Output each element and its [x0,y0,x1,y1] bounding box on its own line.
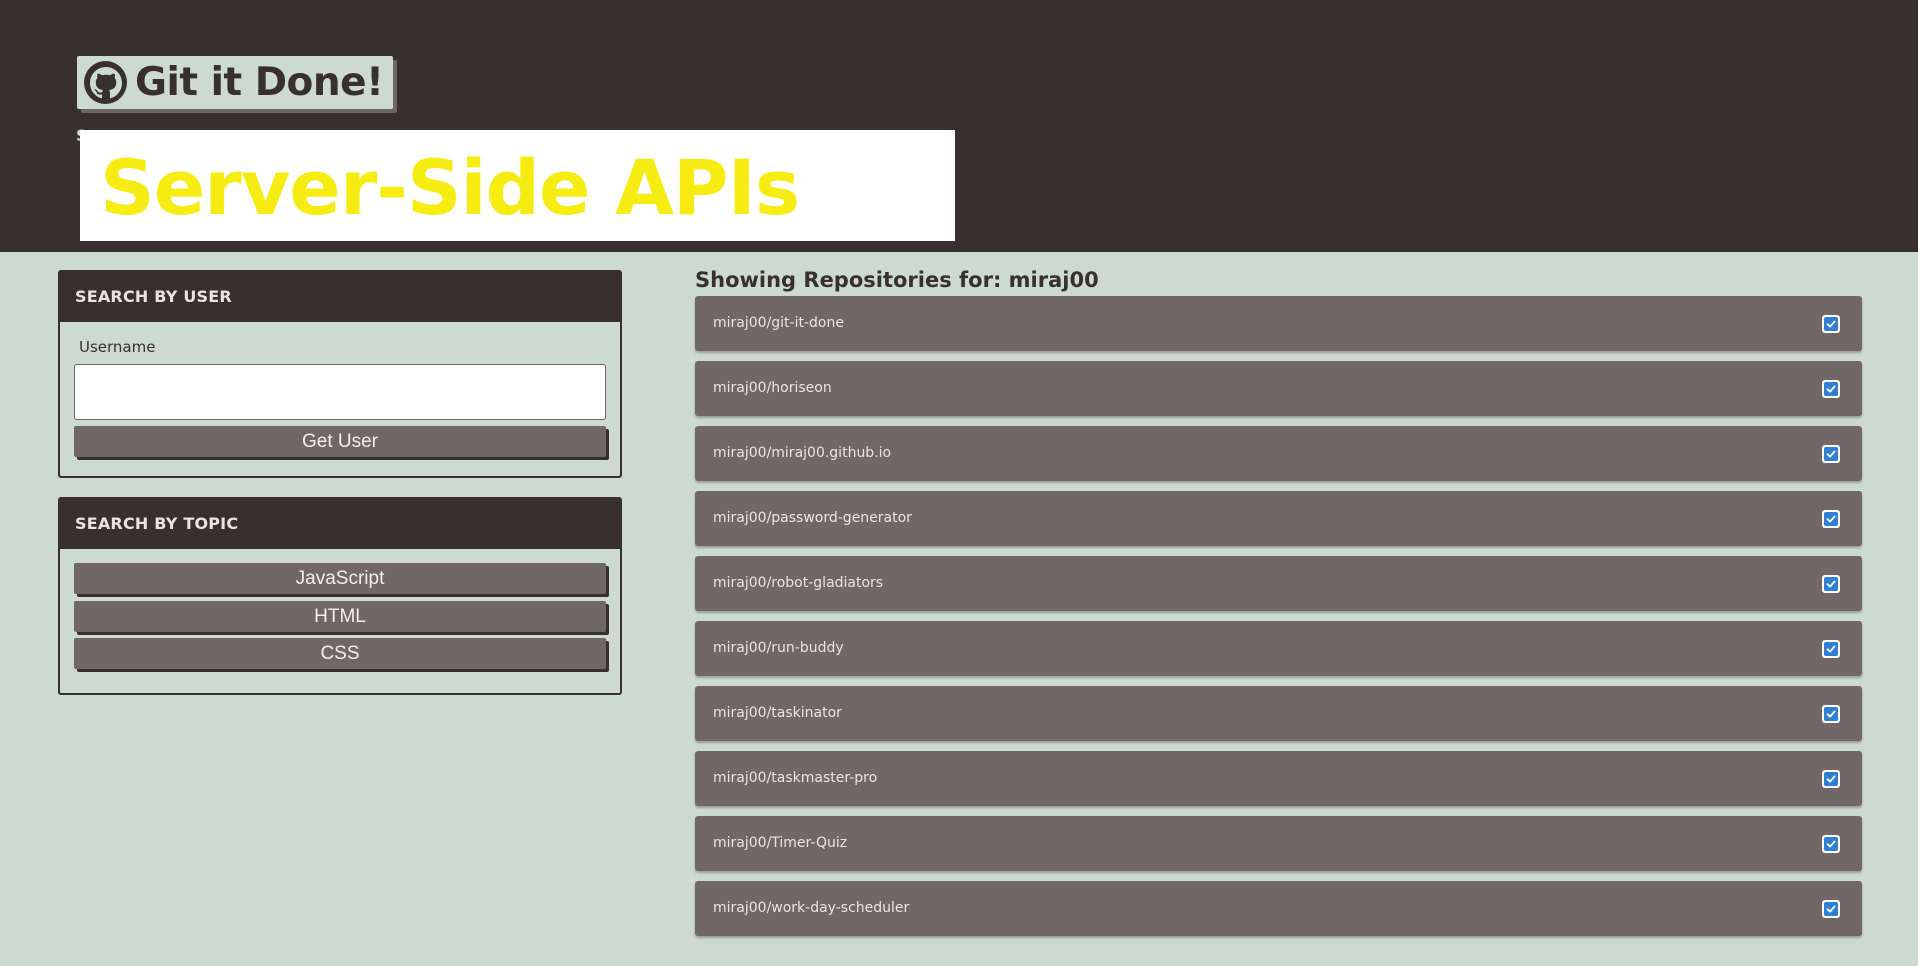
check-square-icon [1822,575,1840,593]
topic-css-button[interactable]: CSS [74,638,606,669]
repo-search-term: Showing Repositories for: miraj00 [695,268,1099,292]
check-square-icon [1822,640,1840,658]
search-by-topic-card: SEARCH BY TOPIC JavaScript HTML CSS [58,497,622,695]
repo-item[interactable]: miraj00/horiseon [695,361,1862,416]
repo-item[interactable]: miraj00/robot-gladiators [695,556,1862,611]
check-square-icon [1822,900,1840,918]
topic-html-button[interactable]: HTML [74,601,606,632]
repo-name: miraj00/run-buddy [713,640,844,656]
repo-name: miraj00/work-day-scheduler [713,900,910,916]
repo-item[interactable]: miraj00/taskmaster-pro [695,751,1862,806]
github-octocat-icon [84,61,127,104]
repo-name: miraj00/taskmaster-pro [713,770,878,786]
repo-name: miraj00/Timer-Quiz [713,835,848,851]
repo-item[interactable]: miraj00/git-it-done [695,296,1862,351]
search-by-user-heading: SEARCH BY USER [60,272,620,322]
check-square-icon [1822,445,1840,463]
repo-item[interactable]: miraj00/Timer-Quiz [695,816,1862,871]
check-square-icon [1822,770,1840,788]
repo-name: miraj00/taskinator [713,705,842,721]
brand-logo[interactable]: Git it Done! [77,56,394,109]
repo-name: miraj00/git-it-done [713,315,844,331]
repo-item[interactable]: miraj00/password-generator [695,491,1862,546]
brand-title: Git it Done! [135,60,384,105]
repo-name: miraj00/miraj00.github.io [713,445,892,461]
check-square-icon [1822,380,1840,398]
get-user-button[interactable]: Get User [74,426,606,457]
search-by-user-card: SEARCH BY USER Username Get User [58,270,622,478]
repo-item[interactable]: miraj00/work-day-scheduler [695,881,1862,936]
username-label: Username [79,338,156,356]
repo-name: miraj00/robot-gladiators [713,575,884,591]
username-input[interactable] [74,364,606,420]
repo-item[interactable]: miraj00/miraj00.github.io [695,426,1862,481]
check-square-icon [1822,510,1840,528]
repo-item[interactable]: miraj00/taskinator [695,686,1862,741]
banner-text: Server-Side APIs [100,143,800,232]
check-square-icon [1822,315,1840,333]
repo-name: miraj00/password-generator [713,510,912,526]
banner-overlay: Server-Side APIs [80,130,955,241]
check-square-icon [1822,705,1840,723]
repo-name: miraj00/horiseon [713,380,832,396]
search-by-topic-heading: SEARCH BY TOPIC [60,499,620,549]
page-header: Git it Done! S Server-Side APIs [0,0,1918,252]
check-square-icon [1822,835,1840,853]
repo-item[interactable]: miraj00/run-buddy [695,621,1862,676]
topic-javascript-button[interactable]: JavaScript [74,563,606,594]
repo-list: miraj00/git-it-done miraj00/horiseon miraj… [695,296,1862,946]
